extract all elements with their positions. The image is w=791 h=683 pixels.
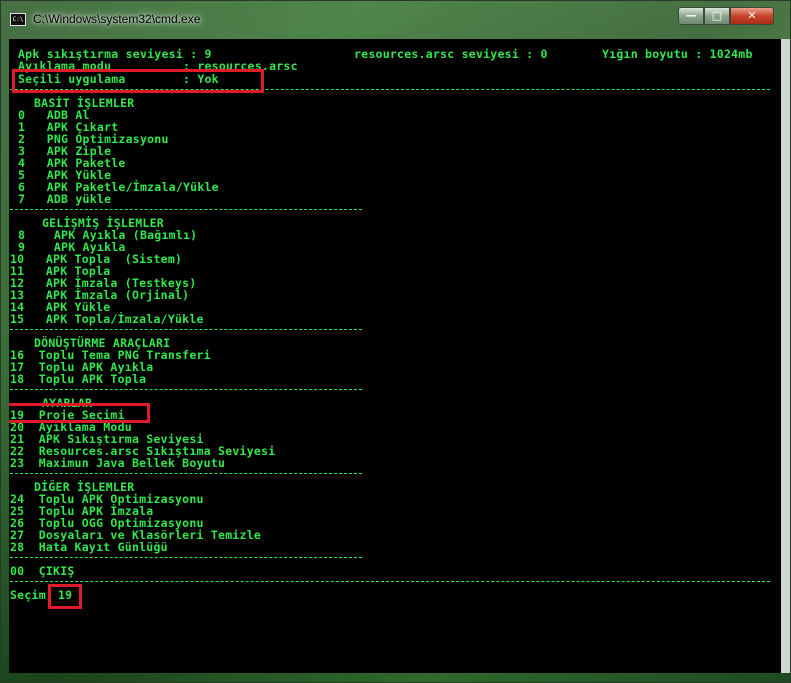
- menu-item-exit: 00 ÇIKIŞ: [10, 564, 75, 578]
- vertical-scrollbar[interactable]: [781, 39, 790, 673]
- prompt-label: Seçim:: [10, 588, 54, 602]
- separator: [10, 389, 362, 390]
- cmd-window: C:\ C:\Windows\system32\cmd.exe — □ ✕ Ap…: [0, 0, 791, 683]
- separator: [10, 557, 362, 558]
- highlight-project-select: [9, 403, 150, 423]
- maximize-button[interactable]: □: [704, 7, 730, 25]
- status-heap: Yığın boyutu : 1024mb: [602, 47, 753, 61]
- close-button[interactable]: ✕: [730, 7, 774, 25]
- menu-item: 18 Toplu APK Topla: [10, 372, 147, 386]
- console-output[interactable]: Apk sıkıştırma seviyesi : 9 resources.ar…: [9, 39, 781, 673]
- separator: [10, 473, 362, 474]
- separator: [10, 209, 362, 210]
- separator: [10, 581, 770, 582]
- highlight-selected-app: [12, 69, 264, 93]
- menu-item: 15 APK Topla/İmzala/Yükle: [10, 312, 204, 326]
- menu-item: 23 Maximun Java Bellek Boyutu: [10, 456, 226, 470]
- title-bar[interactable]: C:\ C:\Windows\system32\cmd.exe — □ ✕: [1, 1, 790, 39]
- status-resources: resources.arsc seviyesi : 0: [354, 47, 548, 61]
- cmd-app-icon[interactable]: C:\: [10, 13, 26, 26]
- separator: [10, 329, 362, 330]
- menu-item: 28 Hata Kayıt Günlüğü: [10, 540, 168, 554]
- menu-item: 7 ADB yükle: [18, 192, 112, 206]
- minimize-button[interactable]: —: [678, 7, 704, 25]
- window-title: C:\Windows\system32\cmd.exe: [33, 12, 201, 26]
- highlight-prompt-value: [48, 584, 82, 609]
